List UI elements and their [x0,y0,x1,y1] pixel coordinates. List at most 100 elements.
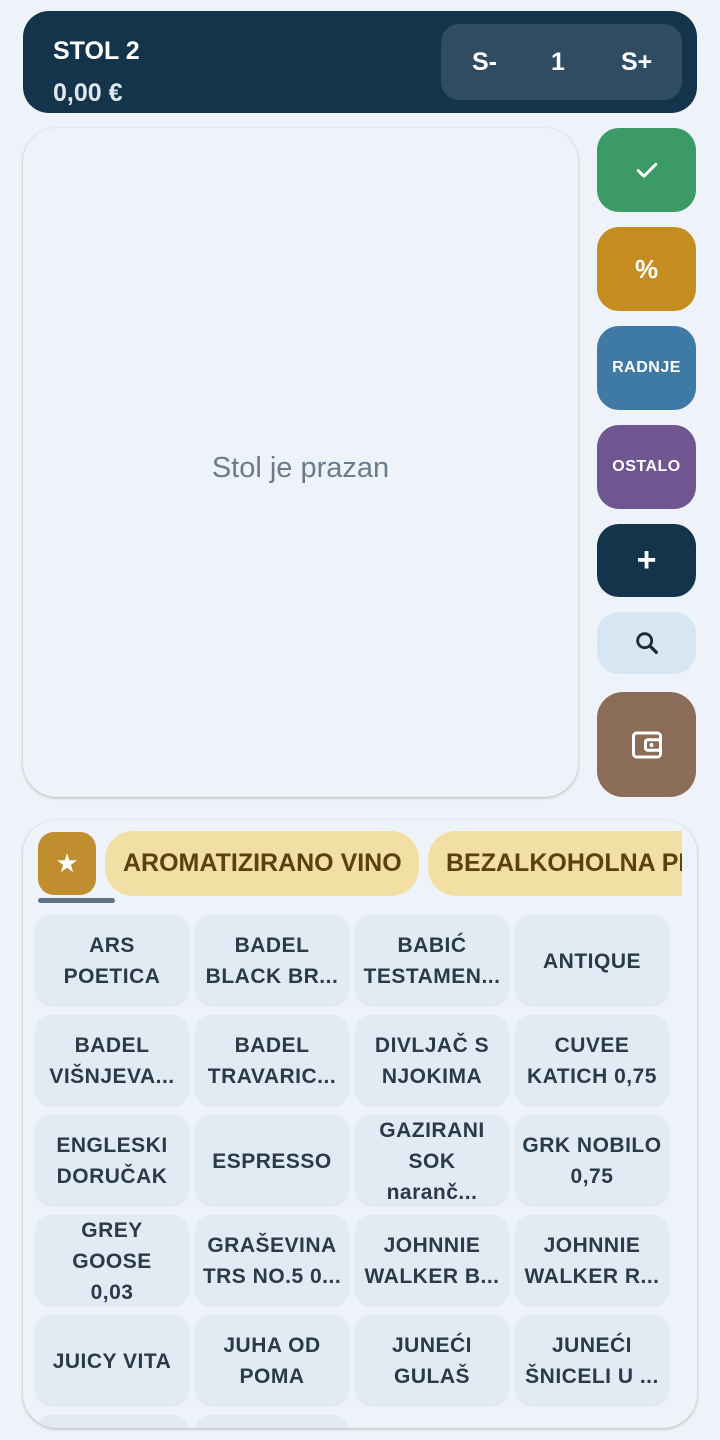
product-name-line: BABIĆ [397,934,467,957]
table-header: STOL 2 0,00 € S- 1 S+ [23,11,697,113]
ostalo-button[interactable]: OSTALO [597,425,696,509]
product-name-line: DORUČAK [56,1165,168,1188]
product-name: GREY GOOSE 0,03 [41,1215,183,1307]
product-name: JUICY VITA [53,1346,172,1377]
product-name: ANTIQUE [543,946,641,977]
product-name-line: BADEL [234,1034,310,1057]
product-name: ESPRESSO [212,1146,332,1177]
product-name-line: KATICH 0,75 [527,1065,657,1088]
discount-button[interactable]: % [597,227,696,311]
product-tile[interactable]: JUNEĆI GULAŠ [355,1315,509,1407]
product-name-line: BLACK BR... [205,965,339,988]
product-tile[interactable]: ANTIQUE [515,915,669,1007]
product-name-line: JOHNNIE [383,1234,481,1257]
search-icon [635,632,658,654]
product-name-line: POMA [239,1365,305,1388]
product-name-line: BADEL [234,934,310,957]
search-button[interactable] [597,612,696,674]
product-tile[interactable]: JOHNNIE WALKER R... [515,1215,669,1307]
product-name: ENGLESKI DORUČAK [56,1130,167,1192]
category-bar: ★ AROMATIZIRANO VINO BEZALKOHOLNA PIĆA [23,820,682,910]
seat-plus-button[interactable]: S+ [621,48,652,77]
add-button[interactable]: + [597,524,696,597]
seat-count: 1 [551,48,565,76]
product-name-line: JUICY VITA [52,1349,172,1373]
product-tile[interactable]: BADEL VIŠNJEVA... [35,1015,189,1107]
product-name-line: GULAŠ [394,1365,470,1388]
star-icon: ★ [55,848,79,878]
product-name: GAZIRANI SOK naranč... [361,1115,503,1207]
product-name-line: JUHA OD [223,1334,321,1357]
product-tile[interactable] [195,1415,349,1428]
product-name-line: 0,75 [570,1165,614,1188]
product-tile[interactable]: JUHA OD POMA [195,1315,349,1407]
product-tile[interactable]: ENGLESKI DORUČAK [35,1115,189,1207]
active-tab-indicator [38,898,115,903]
confirm-button[interactable] [597,128,696,212]
product-name-line: ESPRESSO [212,1149,332,1173]
product-name-line: WALKER B... [364,1265,500,1288]
product-tile[interactable]: JOHNNIE WALKER B... [355,1215,509,1307]
product-tile[interactable]: JUNEĆI ŠNICELI U ... [515,1315,669,1407]
product-name: DIVLJAČ S NJOKIMA [375,1030,489,1092]
product-name: BADEL BLACK BR... [206,930,339,992]
product-name-line: GAZIRANI [379,1118,485,1142]
product-tile[interactable]: BABIĆ TESTAMEN... [355,915,509,1007]
product-tile[interactable]: GREY GOOSE 0,03 [35,1215,189,1307]
product-tile[interactable]: BADEL BLACK BR... [195,915,349,1007]
product-name: JUNEĆI ŠNICELI U ... [525,1330,659,1392]
table-title: STOL 2 [53,37,140,65]
product-tile[interactable]: GRAŠEVINA TRS NO.5 0... [195,1215,349,1307]
product-name-line: GRAŠEVINA [207,1234,337,1257]
product-name-line: VIŠNJEVA... [49,1065,175,1088]
product-name-line: WALKER R... [524,1265,660,1288]
product-name-line: ŠNICELI U ... [525,1365,659,1388]
favorites-tab[interactable]: ★ [38,832,96,895]
product-tile[interactable]: ARS POETICA [35,915,189,1007]
product-tile[interactable]: JUICY VITA [35,1315,189,1407]
table-total: 0,00 € [53,79,123,107]
product-name-line: TESTAMEN... [363,965,501,988]
product-tile[interactable]: DIVLJAČ S NJOKIMA [355,1015,509,1107]
category-tab[interactable]: BEZALKOHOLNA PIĆA [428,831,682,896]
product-tile[interactable]: GRK NOBILO 0,75 [515,1115,669,1207]
product-name: BADEL VIŠNJEVA... [49,1030,174,1092]
product-name-line: POETICA [63,965,161,988]
seat-selector: S- 1 S+ [441,24,682,100]
product-tile[interactable]: ESPRESSO [195,1115,349,1207]
wallet-icon [631,731,662,758]
product-name: GRAŠEVINA TRS NO.5 0... [203,1230,341,1292]
product-name: GRK NOBILO 0,75 [522,1130,661,1192]
product-tile[interactable] [35,1415,189,1428]
product-name: BABIĆ TESTAMEN... [364,930,501,992]
product-name: ARS POETICA [64,930,161,992]
radnje-button[interactable]: RADNJE [597,326,696,410]
product-name-line: JOHNNIE [543,1234,641,1257]
category-tab[interactable]: AROMATIZIRANO VINO [105,831,419,896]
product-name: CUVEE KATICH 0,75 [527,1030,657,1092]
product-name-line: GRK NOBILO [522,1134,662,1157]
wallet-button[interactable] [597,692,696,797]
check-icon [636,162,657,178]
product-tile[interactable]: GAZIRANI SOK naranč... [355,1115,509,1207]
order-panel: Stol je prazan [23,128,578,797]
product-name-line: JUNEĆI [391,1334,473,1357]
product-tile[interactable]: BADEL TRAVARIC... [195,1015,349,1107]
products-panel: ★ AROMATIZIRANO VINO BEZALKOHOLNA PIĆA A… [23,820,697,1428]
empty-order-message: Stol je prazan [211,452,390,484]
product-name-line: DIVLJAČ S [374,1034,490,1057]
product-name-line: TRAVARIC... [207,1065,337,1088]
product-name: JOHNNIE WALKER B... [365,1230,500,1292]
product-name: BADEL TRAVARIC... [208,1030,336,1092]
product-tile[interactable]: CUVEE KATICH 0,75 [515,1015,669,1107]
product-name-line: CUVEE [554,1034,630,1057]
product-name-line: TRS NO.5 0... [202,1265,342,1288]
product-name-line: GREY GOOSE [72,1218,152,1273]
seat-minus-button[interactable]: S- [472,48,497,77]
product-name-line: JUNEĆI [551,1334,633,1357]
product-name-line: 0,03 [90,1280,134,1304]
product-name-line: SOK naranč... [386,1149,478,1204]
product-name-line: ANTIQUE [543,949,641,973]
product-name: JOHNNIE WALKER R... [525,1230,660,1292]
product-name-line: ARS [89,934,135,957]
